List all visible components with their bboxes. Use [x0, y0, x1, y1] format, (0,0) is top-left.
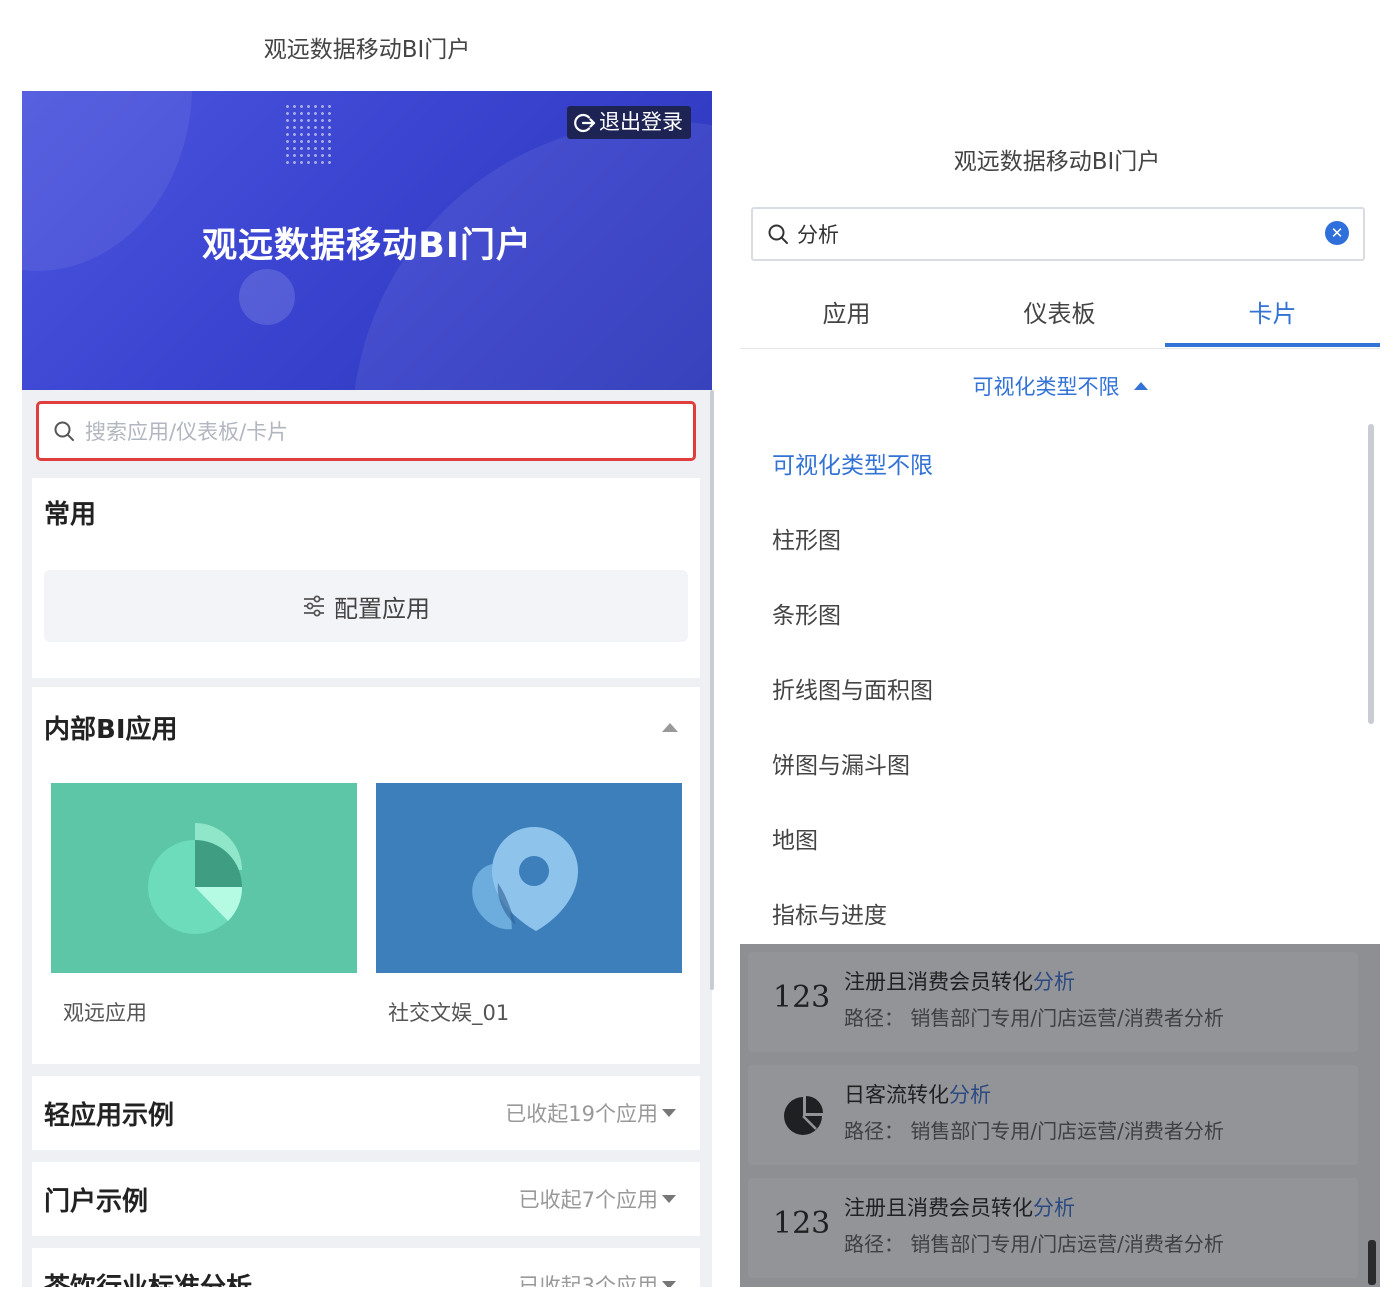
- group-title: 轻应用示例: [44, 1100, 175, 1131]
- metric-icon: 123: [773, 1206, 831, 1241]
- group-summary: 已收起7个应用: [519, 1184, 676, 1214]
- expand-arrow-icon: [662, 1281, 676, 1287]
- app-name: 社交文娱_01: [388, 1001, 510, 1025]
- search-input[interactable]: 分析 ✕: [751, 207, 1365, 261]
- search-input[interactable]: 搜索应用/仪表板/卡片: [36, 401, 696, 461]
- group-summary-text: 已收起3个应用: [518, 1274, 658, 1287]
- app-tile-social[interactable]: [376, 783, 682, 973]
- hero-dot-grid: [284, 103, 334, 165]
- filter-option[interactable]: 条形图: [772, 596, 841, 630]
- visual-type-filter[interactable]: 可视化类型不限: [740, 368, 1380, 404]
- result-title-highlight: 分析: [1033, 970, 1075, 994]
- location-pin-icon: [472, 827, 578, 931]
- search-icon: [768, 224, 788, 244]
- filter-label: 可视化类型不限: [972, 375, 1120, 399]
- filter-option[interactable]: 可视化类型不限: [772, 446, 933, 480]
- logout-label: 退出登录: [599, 110, 683, 134]
- filter-option[interactable]: 折线图与面积图: [772, 671, 933, 705]
- group-portal[interactable]: 门户示例 已收起7个应用: [32, 1162, 700, 1236]
- result-title-text: 注册且消费会员转化: [844, 970, 1033, 994]
- collapse-arrow-icon: [1133, 382, 1148, 390]
- result-title-text: 日客流转化: [844, 1083, 949, 1107]
- hero-banner: 退出登录 观远数据移动BI门户: [22, 91, 712, 390]
- result-card[interactable]: 123 注册且消费会员转化分析 路径： 销售部门专用/门店运营/消费者分析: [748, 1178, 1358, 1278]
- hero-title: 观远数据移动BI门户: [202, 226, 532, 266]
- pie-icon: [784, 1096, 823, 1135]
- group-title: 门户示例: [44, 1186, 149, 1217]
- search-value: 分析: [797, 223, 839, 247]
- internal-bi-section: 内部BI应用 观远应用 社交文娱_01: [32, 687, 700, 1064]
- config-apps-label: 配置应用: [334, 594, 430, 623]
- group-light-app[interactable]: 轻应用示例 已收起19个应用: [32, 1076, 700, 1150]
- left-page-title: 观远数据移动BI门户: [263, 37, 471, 63]
- tab-cards[interactable]: 卡片: [1166, 294, 1379, 329]
- group-summary-text: 已收起7个应用: [518, 1188, 658, 1212]
- internal-bi-title: 内部BI应用: [44, 715, 178, 745]
- result-path: 路径： 销售部门专用/门店运营/消费者分析: [844, 1006, 1224, 1030]
- filter-option[interactable]: 地图: [772, 821, 818, 855]
- common-title: 常用: [44, 500, 97, 530]
- result-title-highlight: 分析: [949, 1083, 991, 1107]
- results-scrollbar[interactable]: [1368, 1240, 1376, 1285]
- result-card[interactable]: 123 注册且消费会员转化分析 路径： 销售部门专用/门店运营/消费者分析: [748, 952, 1358, 1052]
- result-path: 路径： 销售部门专用/门店运营/消费者分析: [844, 1119, 1224, 1143]
- clear-icon[interactable]: ✕: [1325, 221, 1349, 245]
- app-name: 观远应用: [63, 1001, 147, 1025]
- result-title: 日客流转化分析: [844, 1079, 991, 1109]
- filter-option[interactable]: 柱形图: [772, 521, 841, 555]
- pie-chart-icon: [148, 823, 243, 934]
- dimmed-results-overlay[interactable]: 123 注册且消费会员转化分析 路径： 销售部门专用/门店运营/消费者分析 日客…: [740, 944, 1380, 1287]
- expand-arrow-icon: [662, 1109, 676, 1117]
- expand-arrow-icon: [662, 1195, 676, 1203]
- group-summary-text: 已收起19个应用: [505, 1102, 658, 1126]
- group-summary: 已收起3个应用: [519, 1270, 676, 1287]
- collapse-arrow-icon[interactable]: [662, 723, 678, 732]
- tab-dashboards[interactable]: 仪表板: [953, 294, 1166, 329]
- logout-button[interactable]: 退出登录: [567, 106, 691, 139]
- common-section: 常用 配置应用: [32, 478, 700, 678]
- right-phone-screen: 观远数据移动BI门户 分析 ✕ 应用 仪表板 卡片 可视化类型不限 可视化类型不…: [740, 128, 1380, 1287]
- right-page-title: 观远数据移动BI门户: [953, 149, 1161, 175]
- tab-apps[interactable]: 应用: [740, 294, 953, 329]
- filter-option[interactable]: 饼图与漏斗图: [772, 746, 910, 780]
- config-apps-button[interactable]: 配置应用: [44, 570, 688, 642]
- result-card[interactable]: 日客流转化分析 路径： 销售部门专用/门店运营/消费者分析: [748, 1065, 1358, 1165]
- result-title-highlight: 分析: [1033, 1196, 1075, 1220]
- result-title: 注册且消费会员转化分析: [844, 1192, 1075, 1222]
- hero-decor-dot: [239, 269, 295, 325]
- metric-icon: 123: [773, 980, 831, 1015]
- result-title: 注册且消费会员转化分析: [844, 966, 1075, 996]
- search-icon: [54, 421, 74, 441]
- result-tabs: 应用 仪表板 卡片: [740, 278, 1380, 349]
- group-title: 茶饮行业标准分析: [44, 1267, 252, 1288]
- sliders-icon: [304, 595, 324, 617]
- logout-icon: [574, 113, 596, 132]
- app-tile-guanyuan[interactable]: [51, 783, 357, 973]
- active-tab-indicator: [1165, 343, 1380, 347]
- left-phone-screen: 退出登录 观远数据移动BI门户 搜索应用/仪表板/卡片 常用 配置应用 内部BI…: [22, 91, 712, 1287]
- filter-option[interactable]: 指标与进度: [772, 896, 887, 930]
- left-scrollbar[interactable]: [710, 390, 714, 990]
- group-summary: 已收起19个应用: [505, 1098, 676, 1128]
- filter-scrollbar[interactable]: [1368, 424, 1374, 724]
- result-path: 路径： 销售部门专用/门店运营/消费者分析: [844, 1232, 1224, 1256]
- result-title-text: 注册且消费会员转化: [844, 1196, 1033, 1220]
- group-tea[interactable]: 茶饮行业标准分析 已收起3个应用: [32, 1248, 700, 1287]
- search-placeholder: 搜索应用/仪表板/卡片: [85, 420, 289, 444]
